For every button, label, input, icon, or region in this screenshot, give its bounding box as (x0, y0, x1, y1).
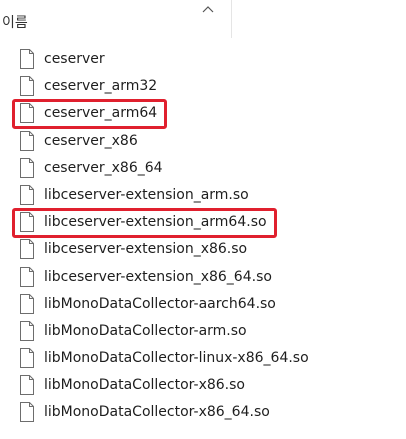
list-item[interactable]: ceserver_arm32 (0, 73, 406, 100)
file-name: ceserver_arm32 (44, 78, 158, 95)
file-name: libceserver-extension_x86_64.so (44, 268, 272, 285)
file-icon (20, 239, 34, 260)
file-icon (20, 76, 34, 97)
list-item[interactable]: libMonoDataCollector-x86.so (0, 372, 406, 399)
file-name: libMonoDataCollector-x86.so (44, 377, 245, 394)
list-item[interactable]: libceserver-extension_arm.so (0, 182, 406, 209)
file-icon (20, 402, 34, 423)
file-icon (20, 375, 34, 396)
chevron-up-icon (202, 6, 214, 13)
file-icon (20, 320, 34, 341)
file-list: ceserver ceserver_arm32 ceserver_arm64 c… (0, 46, 406, 427)
list-item[interactable]: libceserver-extension_x86_64.so (0, 264, 406, 291)
file-name: libMonoDataCollector-aarch64.so (44, 295, 276, 312)
list-item[interactable]: libMonoDataCollector-linux-x86_64.so (0, 345, 406, 372)
list-item[interactable]: ceserver (0, 46, 406, 73)
list-item[interactable]: libMonoDataCollector-arm.so (0, 318, 406, 345)
name-column-label: 이름 (2, 15, 28, 31)
file-icon (20, 348, 34, 369)
file-name: ceserver_arm64 (44, 105, 158, 122)
file-name: ceserver (44, 51, 105, 67)
column-header-bar: 이름 (0, 0, 406, 38)
file-icon (20, 266, 34, 287)
list-item[interactable]: libceserver-extension_arm64.so (0, 208, 406, 239)
file-icon (20, 293, 34, 314)
file-icon (20, 130, 34, 151)
next-column-header[interactable] (232, 0, 406, 38)
name-column-header[interactable]: 이름 (0, 0, 232, 38)
list-item[interactable]: libMonoDataCollector-aarch64.so (0, 291, 406, 318)
file-name: ceserver_x86_64 (44, 159, 163, 176)
file-name: libMonoDataCollector-x86_64.so (44, 404, 270, 421)
file-icon (20, 184, 34, 205)
list-item[interactable]: libceserver-extension_x86.so (0, 236, 406, 263)
list-item[interactable]: ceserver_x86 (0, 128, 406, 155)
file-name: libMonoDataCollector-arm.so (44, 322, 247, 339)
file-name: ceserver_x86 (44, 132, 138, 149)
file-name: libceserver-extension_x86.so (44, 241, 248, 258)
file-icon (20, 103, 34, 124)
file-icon (20, 212, 34, 233)
file-name: libceserver-extension_arm64.so (44, 214, 267, 231)
file-explorer-window: 이름 ceserver ceserver_arm32 ceserver_arm6… (0, 0, 406, 439)
file-icon (20, 157, 34, 178)
file-name: libMonoDataCollector-linux-x86_64.so (44, 350, 309, 367)
file-icon (20, 49, 34, 69)
list-item[interactable]: ceserver_arm64 (0, 99, 406, 130)
list-item[interactable]: ceserver_x86_64 (0, 155, 406, 182)
list-item[interactable]: libMonoDataCollector-x86_64.so (0, 399, 406, 426)
file-name: libceserver-extension_arm.so (44, 186, 249, 203)
